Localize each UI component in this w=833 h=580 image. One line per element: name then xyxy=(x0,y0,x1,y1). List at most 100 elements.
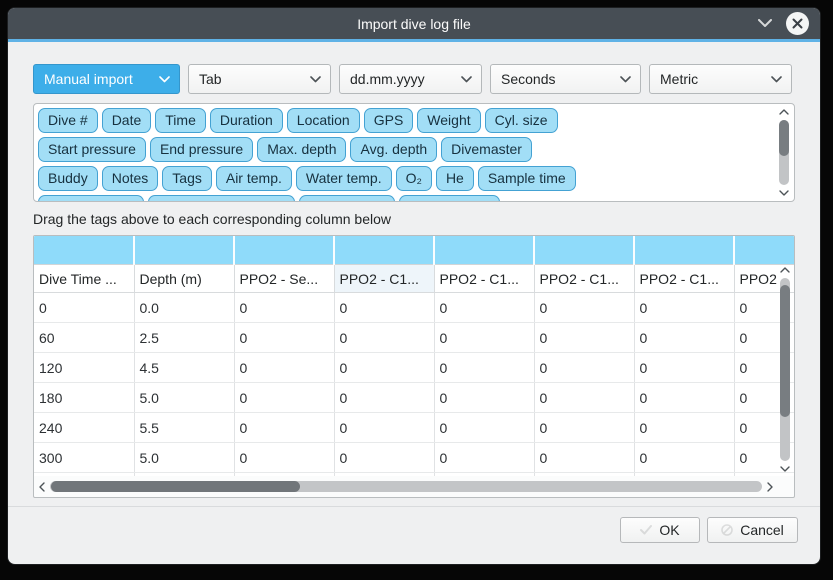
tag-pill[interactable]: Sample pO₂ xyxy=(299,195,394,201)
table-row: 3005.0000000 xyxy=(34,443,794,473)
scroll-thumb[interactable] xyxy=(51,481,300,492)
table-cell: 0 xyxy=(334,353,434,383)
dialog-buttons: OK Cancel xyxy=(8,507,820,543)
chevron-down-icon xyxy=(771,76,782,83)
column-drop-cell[interactable] xyxy=(134,236,234,265)
preview-grid: Dive Time ...Depth (m)PPO2 - Se...PPO2 -… xyxy=(34,236,794,476)
tag-pill[interactable]: GPS xyxy=(364,108,414,133)
column-drop-cell[interactable] xyxy=(534,236,634,265)
tag-pill[interactable]: Dive # xyxy=(38,108,98,133)
table-horizontal-scrollbar[interactable] xyxy=(36,478,776,495)
tags-vertical-scrollbar[interactable] xyxy=(776,106,792,199)
tag-pill[interactable]: End pressure xyxy=(150,137,253,162)
table-cell: 0 xyxy=(434,353,534,383)
table-cell xyxy=(234,473,334,477)
scroll-track[interactable] xyxy=(779,120,789,185)
source-combo[interactable]: Manual import xyxy=(33,64,180,94)
tag-pill[interactable]: Sample CNS xyxy=(399,195,500,201)
column-header: PPO2 - C1... xyxy=(534,265,634,293)
import-dive-log-dialog: Import dive log file Manual import Tab d… xyxy=(8,8,820,564)
units-combo[interactable]: Metric xyxy=(649,64,792,94)
tag-pill[interactable]: Cyl. size xyxy=(485,108,558,133)
tag-row: BuddyNotesTagsAir temp.Water temp.O₂HeSa… xyxy=(38,166,756,191)
duration-format-combo[interactable]: Seconds xyxy=(490,64,641,94)
chevron-down-icon xyxy=(461,76,472,83)
table-cell: 0 xyxy=(234,353,334,383)
column-drop-cell[interactable] xyxy=(634,236,734,265)
table-cell: 0 xyxy=(634,293,734,323)
scroll-left-icon[interactable] xyxy=(36,478,48,495)
column-drop-cell[interactable] xyxy=(434,236,534,265)
tag-row: Dive #DateTimeDurationLocationGPSWeightC… xyxy=(38,108,756,133)
scroll-thumb[interactable] xyxy=(779,120,789,156)
tag-pill[interactable]: Weight xyxy=(417,108,480,133)
table-cell: 0 xyxy=(534,443,634,473)
column-drop-cell[interactable] xyxy=(234,236,334,265)
tag-pill[interactable]: Start pressure xyxy=(38,137,146,162)
scroll-track[interactable] xyxy=(50,481,762,492)
table-row-partial xyxy=(34,473,794,477)
ok-button-label: OK xyxy=(659,522,679,538)
column-drop-cell[interactable] xyxy=(734,236,794,265)
table-cell xyxy=(634,473,734,477)
scroll-up-icon[interactable] xyxy=(777,264,793,276)
source-combo-value: Manual import xyxy=(44,71,133,87)
table-cell: 0 xyxy=(234,383,334,413)
table-cell xyxy=(334,473,434,477)
table-cell: 0 xyxy=(234,323,334,353)
tag-pill[interactable]: Tags xyxy=(162,166,212,191)
tag-pill[interactable]: Air temp. xyxy=(216,166,292,191)
table-cell: 5.0 xyxy=(134,383,234,413)
scroll-down-icon[interactable] xyxy=(776,187,792,199)
table-row: 1204.5000000 xyxy=(34,353,794,383)
table-cell: 0 xyxy=(534,413,634,443)
table-cell xyxy=(434,473,534,477)
cancel-button[interactable]: Cancel xyxy=(707,517,798,543)
tag-row: Start pressureEnd pressureMax. depthAvg.… xyxy=(38,137,756,162)
tag-pill[interactable]: Date xyxy=(102,108,152,133)
table-cell: 120 xyxy=(34,353,134,383)
table-row: 2405.5000000 xyxy=(34,413,794,443)
tag-pill[interactable]: O₂ xyxy=(396,166,432,191)
shade-button[interactable] xyxy=(757,16,773,32)
table-cell: 0 xyxy=(634,323,734,353)
table-row: 1805.0000000 xyxy=(34,383,794,413)
date-format-combo-value: dd.mm.yyyy xyxy=(350,71,425,87)
chevron-down-icon xyxy=(159,76,170,83)
field-separator-combo[interactable]: Tab xyxy=(188,64,331,94)
table-cell: 0 xyxy=(534,293,634,323)
date-format-combo[interactable]: dd.mm.yyyy xyxy=(339,64,482,94)
tag-pill[interactable]: Buddy xyxy=(38,166,98,191)
table-header-row: Dive Time ...Depth (m)PPO2 - Se...PPO2 -… xyxy=(34,265,794,293)
tag-pill[interactable]: Sample temperature xyxy=(148,195,295,201)
scroll-track[interactable] xyxy=(780,278,790,461)
close-button[interactable] xyxy=(786,12,809,35)
tag-pill[interactable]: Avg. depth xyxy=(350,137,437,162)
chevron-down-icon xyxy=(310,76,321,83)
table-vertical-scrollbar[interactable] xyxy=(777,264,793,475)
scroll-thumb[interactable] xyxy=(780,285,790,417)
tag-pill[interactable]: He xyxy=(436,166,474,191)
tag-pill[interactable]: Duration xyxy=(210,108,283,133)
table-cell: 0 xyxy=(534,323,634,353)
cancel-button-label: Cancel xyxy=(740,522,784,538)
table-cell: 5.5 xyxy=(134,413,234,443)
tag-list: Dive #DateTimeDurationLocationGPSWeightC… xyxy=(34,104,756,201)
tag-pill[interactable]: Divemaster xyxy=(441,137,532,162)
column-drop-cell[interactable] xyxy=(34,236,134,265)
column-drop-cell[interactable] xyxy=(334,236,434,265)
table-cell: 0 xyxy=(434,413,534,443)
scroll-down-icon[interactable] xyxy=(777,463,793,475)
tag-pill[interactable]: Sample depth xyxy=(38,195,144,201)
scroll-right-icon[interactable] xyxy=(764,478,776,495)
tag-pill[interactable]: Water temp. xyxy=(296,166,392,191)
ok-button[interactable]: OK xyxy=(620,517,700,543)
window-title: Import dive log file xyxy=(357,16,471,32)
tag-pill[interactable]: Notes xyxy=(102,166,159,191)
scroll-up-icon[interactable] xyxy=(776,106,792,118)
tag-pill[interactable]: Max. depth xyxy=(257,137,346,162)
import-options-toolbar: Manual import Tab dd.mm.yyyy Seconds Met… xyxy=(33,64,795,94)
tag-pill[interactable]: Sample time xyxy=(478,166,576,191)
tag-pill[interactable]: Location xyxy=(287,108,360,133)
tag-pill[interactable]: Time xyxy=(155,108,206,133)
